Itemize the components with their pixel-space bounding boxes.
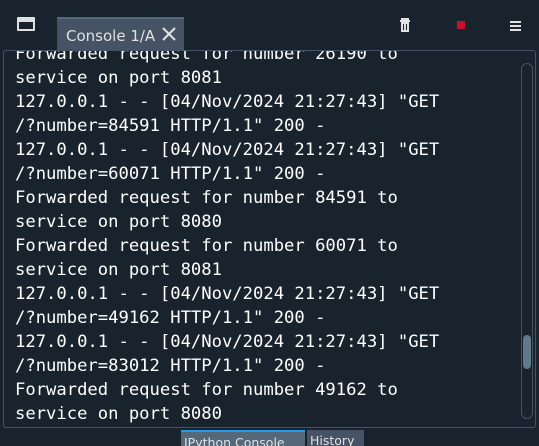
console-output-area[interactable]: Forwarded request for number 26190 to ser… [3,50,536,428]
stop-icon[interactable] [453,16,469,34]
console-line: 127.0.0.1 - - [04/Nov/2024 21:27:43] "GE… [15,92,440,112]
console-line: service on port 8081 [15,68,222,88]
ipython-console-pane: Console 1/A Forwarded request for number… [0,0,539,446]
console-output: Forwarded request for number 26190 to ser… [15,50,515,426]
hamburger-menu-icon[interactable] [508,16,524,34]
tab-console-1a[interactable]: Console 1/A [57,17,184,50]
console-line: /?number=60071 HTTP/1.1" 200 - [15,164,326,184]
close-icon[interactable] [160,25,178,43]
window-icon[interactable] [17,17,35,31]
console-line: /?number=49162 HTTP/1.1" 200 - [15,308,326,328]
console-line: Forwarded request for number 60071 to [15,236,398,256]
vertical-scrollbar[interactable] [521,63,533,419]
console-line: service on port 8081 [15,260,222,280]
console-line: Forwarded request for number 84591 to [15,188,398,208]
scrollbar-thumb[interactable] [523,335,531,369]
console-line: /?number=83012 HTTP/1.1" 200 - [15,356,326,376]
console-line: /?number=84591 HTTP/1.1" 200 - [15,116,326,136]
console-line: Forwarded request for number 26190 to [15,50,398,64]
console-line: service on port 8080 [15,404,222,424]
console-tab-bar: Console 1/A [0,0,539,50]
console-line: Forwarded request for number 49162 to [15,380,398,400]
console-line: service on port 8080 [15,212,222,232]
trash-icon[interactable] [398,16,414,34]
bottom-tab-bar: IPython Console History [0,428,539,446]
console-line: 127.0.0.1 - - [04/Nov/2024 21:27:43] "GE… [15,140,440,160]
console-line: 127.0.0.1 - - [04/Nov/2024 21:27:43] "GE… [15,284,440,304]
console-line: 127.0.0.1 - - [04/Nov/2024 21:27:43] "GE… [15,332,440,352]
tab-label: Console 1/A [66,27,156,45]
